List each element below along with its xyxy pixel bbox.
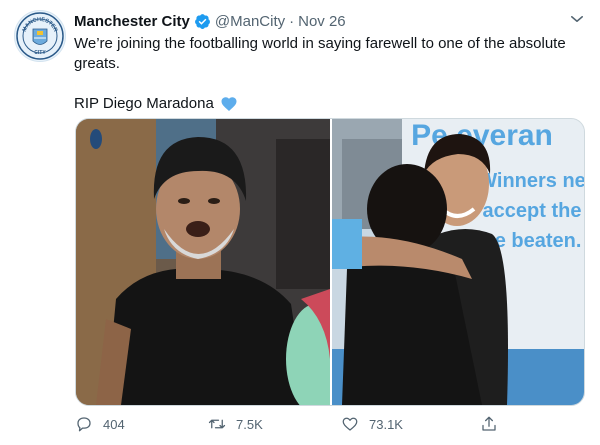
photo-aguero-hug[interactable]: Pe everan Winners ne accept the be beate…	[332, 119, 584, 405]
tweet-actions: 404 7.5K 73.1K	[75, 412, 515, 436]
photo-aguero-hug-image: Pe everan Winners ne accept the be beate…	[332, 119, 584, 405]
retweet-icon	[208, 419, 226, 429]
timestamp[interactable]: Nov 26	[298, 13, 346, 30]
tweet-text: We’re joining the footballing world in s…	[74, 34, 584, 114]
like-button[interactable]: 73.1K	[341, 415, 403, 433]
chevron-down-icon[interactable]	[568, 10, 586, 28]
reply-button[interactable]: 404	[75, 415, 125, 433]
svg-text:CITY: CITY	[34, 50, 46, 56]
tweet-card[interactable]: MANCHESTER CITY Manchester City @ManCity…	[0, 0, 600, 445]
man-city-crest-icon: MANCHESTER CITY	[16, 12, 64, 60]
photo-maradona[interactable]	[76, 119, 330, 405]
display-name[interactable]: Manchester City	[74, 13, 190, 30]
photo-maradona-image	[76, 119, 330, 405]
handle[interactable]: @ManCity	[215, 13, 285, 30]
sign-text-line2: Winners ne	[478, 170, 584, 192]
share-icon	[482, 416, 496, 431]
avatar[interactable]: MANCHESTER CITY	[14, 10, 66, 62]
retweet-button[interactable]: 7.5K	[208, 415, 263, 433]
heart-outline-icon	[342, 417, 358, 431]
separator-dot: ·	[289, 12, 295, 30]
sign-text-line3: accept the	[483, 200, 582, 222]
tweet-text-line2-wrap: RIP Diego Maradona	[74, 94, 584, 114]
media-grid: Pe everan Winners ne accept the be beate…	[75, 118, 585, 406]
reply-icon	[77, 417, 91, 432]
tweet-header: Manchester City @ManCity · Nov 26	[74, 11, 586, 31]
verified-badge-icon	[194, 13, 210, 29]
like-count: 73.1K	[369, 416, 403, 432]
tweet-text-line1: We’re joining the footballing world in s…	[74, 35, 566, 72]
retweet-count: 7.5K	[236, 416, 263, 432]
tweet-text-line2: RIP Diego Maradona	[74, 95, 214, 112]
blue-heart-icon	[221, 97, 237, 111]
share-button[interactable]	[480, 415, 508, 433]
reply-count: 404	[103, 416, 125, 432]
